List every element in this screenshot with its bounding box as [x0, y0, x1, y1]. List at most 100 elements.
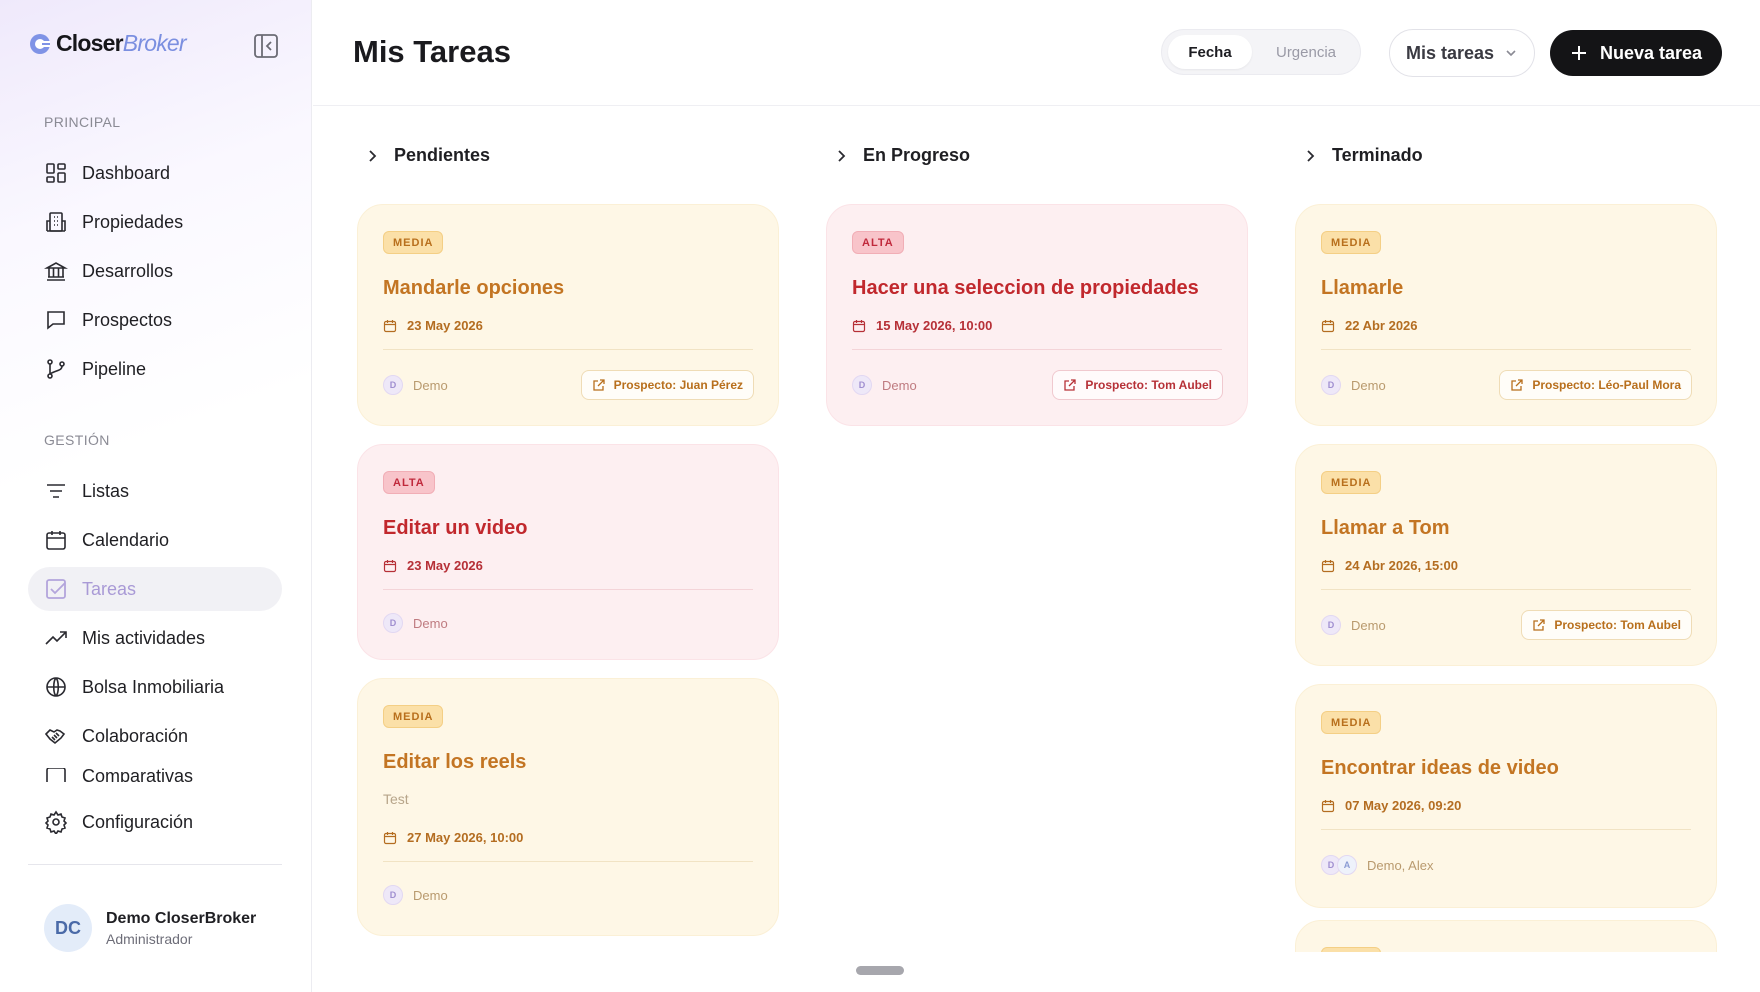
chevron-right-icon	[369, 149, 377, 162]
chevron-right-icon	[1307, 149, 1315, 162]
prospect-link[interactable]: Prospecto: Juan Pérez	[580, 370, 754, 400]
new-task-label: Nueva tarea	[1599, 42, 1703, 63]
scroll-indicator[interactable]	[856, 966, 904, 975]
user-profile[interactable]: DC Demo CloserBroker Administrador	[44, 904, 256, 952]
task-card[interactable]: MEDIA Encontrar ideas de video 07 May 20…	[1295, 684, 1717, 908]
logo-text: CloserBroker	[56, 30, 187, 56]
task-card[interactable]: ALTA Editar un video 23 May 2026 D Demo	[357, 444, 779, 660]
globe-icon	[46, 677, 66, 697]
task-assignee: D Demo	[383, 613, 448, 633]
sidebar-item-label: Configuración	[82, 811, 194, 832]
sidebar-item-tareas[interactable]: Tareas	[28, 567, 282, 611]
task-board: Pendientes MEDIA Mandarle opciones 23 Ma…	[313, 107, 1760, 952]
task-card[interactable]: MEDIA Llamar a Tom 24 Abr 2026, 15:00 D …	[1295, 444, 1717, 666]
sidebar-item-desarrollos[interactable]: Desarrollos	[28, 249, 282, 293]
task-card[interactable]: ALTA Hacer una seleccion de propiedades …	[826, 204, 1248, 426]
sort-option-urgencia[interactable]: Urgencia	[1258, 35, 1354, 69]
card-divider	[383, 589, 753, 590]
task-description: Test	[383, 791, 409, 807]
task-title: Encontrar ideas de video	[1321, 757, 1559, 779]
task-assignee: D Demo	[383, 885, 448, 905]
avatar: D	[852, 375, 872, 395]
task-date: 23 May 2026	[383, 318, 483, 333]
sidebar-divider	[28, 864, 282, 865]
column-header-pendientes[interactable]: Pendientes	[364, 145, 490, 166]
git-branch-icon	[47, 359, 65, 379]
task-card-partial[interactable]	[1295, 920, 1717, 952]
calendar-icon	[383, 831, 397, 844]
task-title: Hacer una seleccion de propiedades	[852, 277, 1199, 299]
calendar-icon	[46, 531, 66, 550]
task-card[interactable]: MEDIA Llamarle 22 Abr 2026 D Demo Prospe…	[1295, 204, 1717, 426]
avatar: D	[383, 613, 403, 633]
sidebar-item-dashboard[interactable]: Dashboard	[28, 151, 282, 195]
task-title: Llamar a Tom	[1321, 517, 1450, 539]
sidebar-item-calendario[interactable]: Calendario	[28, 518, 282, 562]
task-date: 24 Abr 2026, 15:00	[1321, 558, 1458, 573]
collapse-sidebar-icon[interactable]	[252, 32, 280, 60]
task-filter-dropdown[interactable]: Mis tareas	[1389, 29, 1535, 77]
building-icon	[46, 212, 66, 232]
priority-badge: MEDIA	[1321, 711, 1382, 734]
column-header-terminado[interactable]: Terminado	[1302, 145, 1423, 166]
user-name: Demo CloserBroker	[106, 909, 257, 927]
task-title: Mandarle opciones	[383, 277, 565, 299]
section-label-gestion: GESTIÓN	[44, 432, 110, 448]
column-title: Pendientes	[394, 145, 491, 165]
task-title: Editar los reels	[383, 751, 527, 773]
trending-up-icon	[45, 631, 67, 645]
card-divider	[1321, 829, 1691, 830]
sidebar-item-label: Pipeline	[82, 358, 147, 379]
plus-icon	[1571, 46, 1586, 60]
external-link-icon	[592, 379, 605, 391]
filter-list-icon	[47, 484, 65, 498]
task-card[interactable]: MEDIA Mandarle opciones 23 May 2026 D De…	[357, 204, 779, 426]
sidebar-item-prospectos[interactable]: Prospectos	[28, 298, 282, 342]
sidebar-item-mis-actividades[interactable]: Mis actividades	[28, 616, 282, 660]
prospect-link[interactable]: Prospecto: Léo-Paul Mora	[1499, 370, 1692, 400]
calendar-icon	[1321, 559, 1335, 572]
sidebar-item-comparativas[interactable]: Comparativas	[28, 768, 282, 782]
external-link-icon	[1064, 379, 1076, 391]
task-date: 07 May 2026, 09:20	[1321, 798, 1461, 813]
task-date: 22 Abr 2026	[1321, 318, 1418, 333]
task-assignee: D A Demo, Alex	[1321, 855, 1433, 875]
page-title: Mis Tareas	[353, 34, 511, 69]
task-assignee: D Demo	[1321, 375, 1386, 395]
task-card[interactable]: MEDIA Editar los reels Test 27 May 2026,…	[357, 678, 779, 936]
avatar: D	[1321, 615, 1341, 635]
calendar-icon	[1321, 799, 1335, 812]
sidebar-item-colaboracion[interactable]: Colaboración	[28, 714, 282, 758]
avatar-stack: D A	[1321, 855, 1357, 875]
card-divider	[1321, 349, 1691, 350]
card-divider	[383, 349, 753, 350]
logo[interactable]: CloserBroker	[28, 30, 187, 57]
sidebar-item-propiedades[interactable]: Propiedades	[28, 200, 282, 244]
avatar: D	[383, 375, 403, 395]
column-title: En Progreso	[863, 145, 971, 165]
sidebar-item-label: Prospectos	[82, 309, 173, 330]
sidebar-item-label: Desarrollos	[82, 260, 174, 281]
compare-icon	[46, 768, 66, 782]
sidebar-item-clipped: Comparativas	[28, 768, 282, 782]
chevron-right-icon	[838, 149, 846, 162]
prospect-link[interactable]: Prospecto: Tom Aubel	[1521, 610, 1692, 640]
task-assignee: D Demo	[852, 375, 917, 395]
avatar: D	[383, 885, 403, 905]
prospect-link[interactable]: Prospecto: Tom Aubel	[1052, 370, 1223, 400]
sidebar-item-configuracion[interactable]: Configuración	[28, 800, 282, 844]
handshake-icon	[44, 729, 66, 745]
sidebar-item-pipeline[interactable]: Pipeline	[28, 347, 282, 391]
sort-option-fecha[interactable]: Fecha	[1168, 35, 1252, 69]
external-link-icon	[1511, 379, 1523, 391]
priority-badge: ALTA	[383, 471, 435, 494]
chat-icon	[47, 311, 65, 330]
new-task-button[interactable]: Nueva tarea	[1550, 30, 1722, 76]
task-assignee: D Demo	[383, 375, 448, 395]
sidebar: CloserBroker PRINCIPAL Dashboard Propied…	[0, 0, 312, 992]
bank-icon	[44, 262, 68, 281]
sidebar-item-bolsa-inmobiliaria[interactable]: Bolsa Inmobiliaria	[28, 665, 282, 709]
sidebar-item-listas[interactable]: Listas	[28, 469, 282, 513]
column-header-en-progreso[interactable]: En Progreso	[833, 145, 970, 166]
priority-badge: MEDIA	[1321, 231, 1382, 254]
